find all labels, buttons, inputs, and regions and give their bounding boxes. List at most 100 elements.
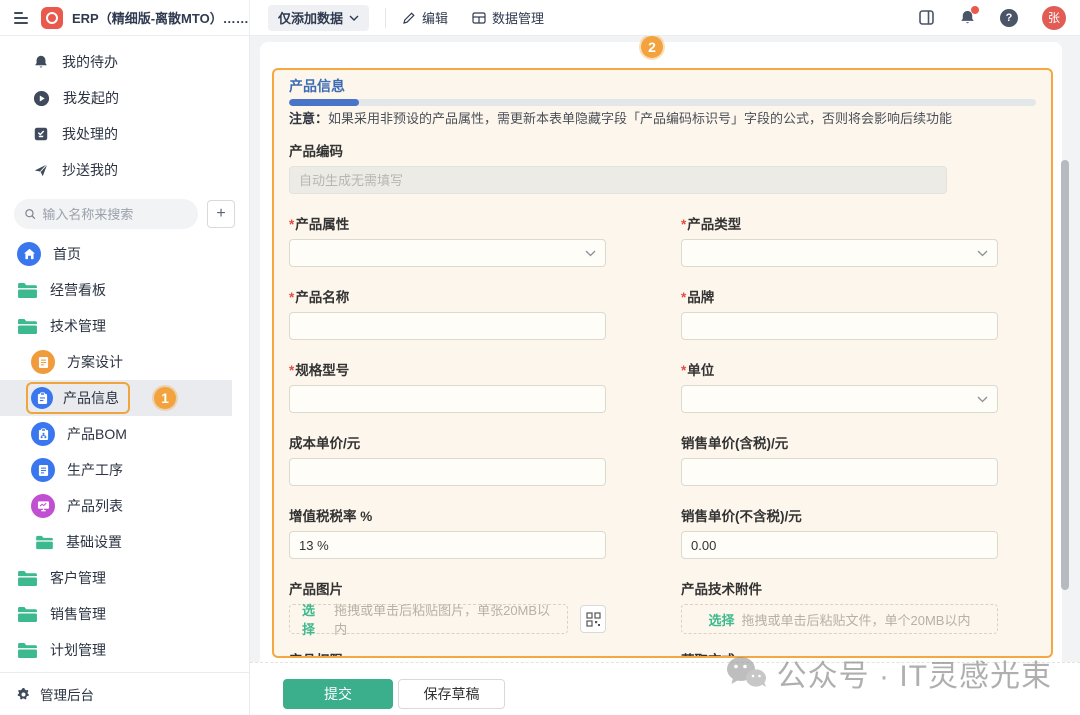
field-label-tech-attachment: 产品技术附件 — [681, 581, 998, 598]
cost-price-input[interactable] — [289, 458, 606, 486]
sidebar-item-customer-manage[interactable]: 客户管理 — [0, 560, 249, 596]
vat-rate-input[interactable] — [289, 531, 606, 559]
document-icon — [31, 458, 55, 482]
product-image-upload[interactable]: 选择 拖拽或单击后粘贴图片，单张20MB以内 — [289, 604, 568, 634]
field-label-sale-price-excl: 销售单价(不含税)/元 — [681, 508, 998, 525]
folder-icon — [17, 318, 38, 335]
field-label-cost-price: 成本单价/元 — [289, 435, 606, 452]
inbox-check-icon — [33, 126, 49, 142]
table-icon — [472, 11, 486, 25]
sidebar-search[interactable] — [14, 199, 198, 229]
spec-model-input[interactable] — [289, 385, 606, 413]
product-name-input[interactable] — [289, 312, 606, 340]
sidebar-item-plan-design[interactable]: 方案设计 — [0, 344, 249, 380]
sidebar-item-label: 生产工序 — [67, 460, 123, 480]
sidebar-item-product-bom[interactable]: 产品BOM — [0, 416, 249, 452]
data-manage-button[interactable]: 数据管理 — [472, 8, 544, 27]
top-bar-left: ERP（精细版-离散MTO）…… — [0, 0, 250, 35]
form-action-bar: 提交 保存草稿 — [250, 662, 1080, 715]
user-avatar[interactable]: 张 — [1042, 6, 1066, 30]
field-label-sale-price-incl: 销售单价(含税)/元 — [681, 435, 998, 452]
brand-input[interactable] — [681, 312, 998, 340]
sidebar-item-product-info[interactable]: 产品信息 1 — [0, 380, 232, 416]
sale-price-incl-input[interactable] — [681, 458, 998, 486]
sidebar-item-production-process[interactable]: 生产工序 — [0, 452, 249, 488]
step-badge-2: 2 — [641, 36, 663, 58]
sidebar-item-my-initiated[interactable]: 我发起的 — [0, 80, 249, 116]
field-label-product-code: 产品编码 — [289, 143, 1036, 160]
field-label-product-perm: 产品权限 — [289, 652, 606, 658]
sidebar-item-label: 我的待办 — [62, 52, 118, 72]
mode-selector-label: 仅添加数据 — [278, 8, 343, 27]
field-label-product-image: 产品图片 — [289, 581, 606, 598]
sidebar-item-cc-me[interactable]: 抄送我的 — [0, 152, 249, 188]
required-mark: * — [681, 217, 686, 232]
sidebar-item-my-handled[interactable]: 我处理的 — [0, 116, 249, 152]
edit-button[interactable]: 编辑 — [402, 8, 448, 27]
form-notice: 注意：如果采用非预设的产品属性，需更新本表单隐藏字段「产品编码标识号」字段的公式… — [289, 111, 1036, 127]
panel-toggle-icon[interactable] — [918, 9, 935, 26]
form-title: 产品信息 — [289, 78, 1036, 94]
chevron-down-icon — [585, 250, 596, 257]
document-icon — [31, 350, 55, 374]
upload-select-label: 选择 — [302, 600, 327, 638]
help-icon[interactable]: ? — [1000, 9, 1018, 27]
sidebar-item-basic-settings[interactable]: 基础设置 — [0, 524, 249, 560]
admin-backend-button[interactable]: 管理后台 — [0, 672, 249, 715]
sidebar-item-label: 技术管理 — [50, 316, 106, 336]
submit-button[interactable]: 提交 — [283, 679, 393, 709]
sidebar-item-plan-manage[interactable]: 计划管理 — [0, 632, 249, 668]
sidebar-item-my-todo[interactable]: 我的待办 — [0, 44, 249, 80]
main-area: 产品信息 注意：如果采用非预设的产品属性，需更新本表单隐藏字段「产品编码标识号」… — [250, 36, 1080, 715]
scrollbar[interactable] — [1061, 160, 1069, 590]
sidebar-item-product-list[interactable]: 产品列表 — [0, 488, 249, 524]
sidebar-item-label: 首页 — [53, 244, 81, 264]
upload-hint: 拖拽或单击后粘贴文件，单个20MB以内 — [742, 610, 971, 629]
sidebar-item-label: 计划管理 — [50, 640, 106, 660]
field-label-brand: *品牌 — [681, 289, 998, 306]
notice-text: 如果采用非预设的产品属性，需更新本表单隐藏字段「产品编码标识号」字段的公式，否则… — [328, 111, 952, 126]
sidebar-item-home[interactable]: 首页 — [0, 236, 249, 272]
product-type-select[interactable] — [681, 239, 998, 267]
sidebar-item-label: 产品BOM — [67, 424, 127, 444]
notifications-bell-icon[interactable] — [959, 9, 976, 26]
gear-icon — [16, 687, 31, 702]
field-label-product-type: *产品类型 — [681, 216, 998, 233]
sidebar-item-business-board[interactable]: 经营看板 — [0, 272, 249, 308]
upload-select-label: 选择 — [709, 610, 735, 629]
sidebar-item-tech-manage[interactable]: 技术管理 — [0, 308, 249, 344]
save-draft-button[interactable]: 保存草稿 — [398, 679, 505, 709]
sidebar: 我的待办 我发起的 我处理的 抄送我的 + 首页 经营看板 技术管 — [0, 36, 250, 715]
collapse-menu-icon[interactable] — [14, 12, 28, 24]
send-icon — [33, 162, 49, 178]
folder-icon — [35, 535, 54, 550]
app-logo-icon — [41, 7, 63, 29]
product-attr-select[interactable] — [289, 239, 606, 267]
field-label-acquire-method: 获取方式 — [681, 652, 998, 658]
highlight-box: 产品信息 — [26, 382, 130, 414]
content-panel: 产品信息 注意：如果采用非预设的产品属性，需更新本表单隐藏字段「产品编码标识号」… — [260, 42, 1062, 715]
sidebar-item-sales-manage[interactable]: 销售管理 — [0, 596, 249, 632]
sidebar-item-label: 我处理的 — [62, 124, 118, 144]
play-circle-icon — [33, 90, 50, 107]
qr-scan-button[interactable] — [580, 605, 606, 633]
notification-badge — [971, 6, 979, 14]
required-mark: * — [681, 290, 686, 305]
bell-icon — [33, 54, 49, 70]
step-badge-1: 1 — [154, 387, 176, 409]
search-input[interactable] — [42, 207, 188, 222]
data-manage-label: 数据管理 — [492, 8, 544, 27]
unit-select[interactable] — [681, 385, 998, 413]
chevron-down-icon — [977, 396, 988, 403]
pencil-icon — [402, 11, 416, 25]
top-bar-right: ? 张 — [918, 6, 1066, 30]
sale-price-excl-input[interactable] — [681, 531, 998, 559]
tech-attachment-upload[interactable]: 选择 拖拽或单击后粘贴文件，单个20MB以内 — [681, 604, 998, 634]
bom-icon — [31, 422, 55, 446]
add-button[interactable]: + — [207, 200, 235, 228]
sidebar-item-label: 抄送我的 — [62, 160, 118, 180]
chevron-down-icon — [977, 250, 988, 257]
progress-bar — [289, 99, 1036, 106]
mode-selector-button[interactable]: 仅添加数据 — [268, 5, 369, 31]
required-mark: * — [681, 363, 686, 378]
